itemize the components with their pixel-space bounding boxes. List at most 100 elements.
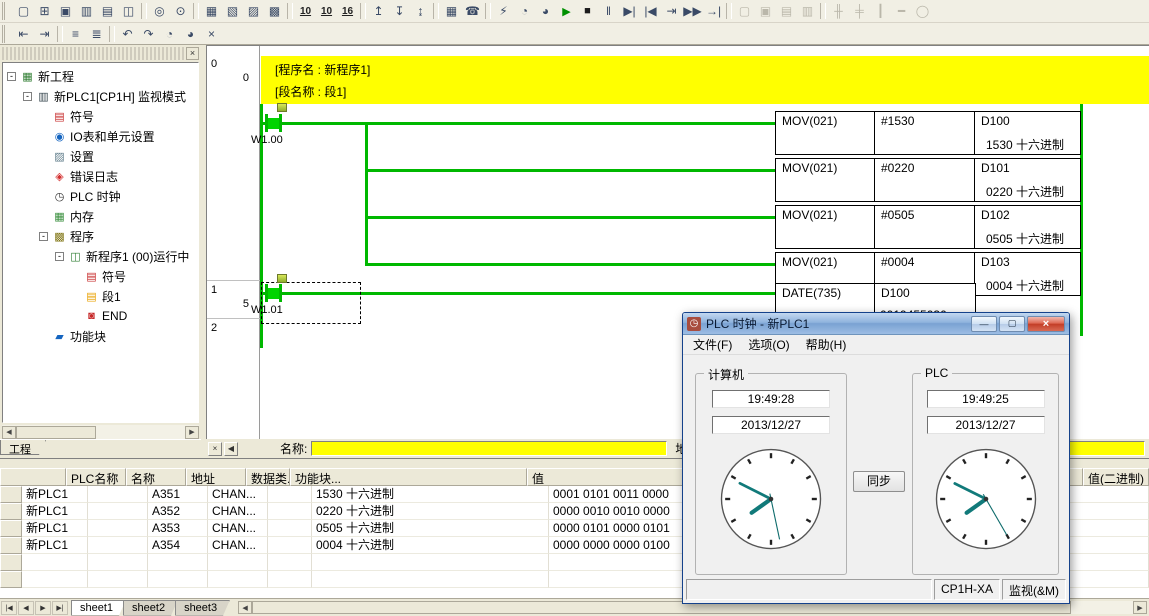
local-window-button[interactable]: ▨: [243, 2, 264, 21]
section-list-button[interactable]: ▥: [76, 2, 97, 21]
monitor-signed-decimal-button[interactable]: 10: [316, 2, 337, 21]
grid-toggle-button[interactable]: ▦: [441, 2, 462, 21]
ladder-view-button[interactable]: ▣: [55, 2, 76, 21]
tree-expand-toggle[interactable]: [39, 172, 48, 181]
zoom-out-button[interactable]: ◕: [180, 24, 201, 43]
go-to-previous-address-button[interactable]: ↧: [389, 2, 410, 21]
step-end-button[interactable]: →|: [703, 2, 724, 21]
sync-button[interactable]: 同步: [853, 471, 905, 492]
dialog-title-bar[interactable]: ◷ PLC 时钟 - 新PLC1 — ▢ ×: [683, 313, 1069, 335]
contact-symbol[interactable]: [265, 284, 268, 302]
menu-item-file[interactable]: 文件(F): [685, 334, 740, 355]
rung-comment-button[interactable]: ≡: [65, 24, 86, 43]
tree-expand-toggle[interactable]: [71, 312, 80, 321]
output-window-button[interactable]: ▩: [264, 2, 285, 21]
tree-expand-toggle[interactable]: -: [39, 232, 48, 241]
name-input[interactable]: [311, 441, 667, 456]
column-header[interactable]: 功能块...: [290, 468, 527, 486]
sidebar-item-error-log[interactable]: ◈ 错误日志: [3, 166, 198, 186]
tree-expand-toggle[interactable]: [39, 152, 48, 161]
print-button[interactable]: ▤: [97, 2, 118, 21]
step-run-button[interactable]: ⇥: [661, 2, 682, 21]
program-mode-button[interactable]: ■: [577, 2, 598, 21]
instruction-block[interactable]: MOV(021) #0505 D102 0505 十六进制: [775, 205, 1081, 249]
contact-symbol[interactable]: [279, 114, 282, 132]
tree-expand-toggle[interactable]: -: [55, 252, 64, 261]
tree-expand-toggle[interactable]: [39, 192, 48, 201]
previous-sheet-icon[interactable]: ◀: [18, 601, 34, 615]
tree-expand-toggle[interactable]: [71, 292, 80, 301]
indent-right-button[interactable]: ⇥: [34, 24, 55, 43]
force-set-button[interactable]: ◔: [514, 2, 535, 21]
sidebar-item-section1[interactable]: ▤ 段1: [3, 286, 198, 306]
last-sheet-icon[interactable]: ▶|: [52, 601, 68, 615]
scroll-thumb[interactable]: [16, 426, 96, 439]
tree-expand-toggle[interactable]: -: [23, 92, 32, 101]
row-selector[interactable]: [0, 537, 22, 554]
sidebar-item-memory[interactable]: ▦ 内存: [3, 206, 198, 226]
cross-reference-button[interactable]: ▧: [222, 2, 243, 21]
monitor-hex-button[interactable]: 16: [337, 2, 358, 21]
redo-button[interactable]: ↷: [138, 24, 159, 43]
monitor-mode-button[interactable]: ▶|: [619, 2, 640, 21]
pause-button[interactable]: |◀: [640, 2, 661, 21]
scroll-left-icon[interactable]: ◀: [238, 601, 252, 614]
go-to-next-output-button[interactable]: ↨: [410, 2, 431, 21]
first-sheet-icon[interactable]: |◀: [1, 601, 17, 615]
tree-expand-toggle[interactable]: [39, 132, 48, 141]
tree-expand-toggle[interactable]: [39, 112, 48, 121]
row-selector[interactable]: [0, 571, 22, 588]
tree-horizontal-scrollbar[interactable]: ◀ ▶: [2, 425, 199, 439]
undo-button[interactable]: ↶: [117, 24, 138, 43]
sidebar-item-new-project[interactable]: - ▦ 新工程: [3, 66, 198, 86]
sidebar-item-end[interactable]: ◙ END: [3, 306, 198, 326]
find-button[interactable]: ◎: [149, 2, 170, 21]
close-icon[interactable]: ×: [208, 442, 222, 456]
tab-sheet1[interactable]: sheet1: [71, 600, 126, 616]
instruction-block[interactable]: MOV(021) #1530 D100 1530 十六进制: [775, 111, 1081, 155]
tab-project[interactable]: 工程: [0, 440, 46, 455]
column-header[interactable]: 地址: [186, 468, 246, 486]
debug-mode-button[interactable]: ‖: [598, 2, 619, 21]
sidebar-item-plc[interactable]: - ▥ 新PLC1[CP1H] 监视模式: [3, 86, 198, 106]
tree-expand-toggle[interactable]: [39, 332, 48, 341]
maximize-button[interactable]: ▢: [999, 316, 1025, 332]
tree-expand-toggle[interactable]: [39, 212, 48, 221]
delete-button[interactable]: ×: [201, 24, 222, 43]
watch-window-button[interactable]: ▦: [201, 2, 222, 21]
contact-symbol[interactable]: [265, 114, 268, 132]
column-header[interactable]: 名称: [126, 468, 186, 486]
sidebar-item-symbols[interactable]: ▤ 符号: [3, 106, 198, 126]
menu-item-help[interactable]: 帮助(H): [798, 334, 855, 355]
scroll-left-icon[interactable]: ◀: [2, 426, 16, 439]
sidebar-item-plc-clock[interactable]: ◷ PLC 时钟: [3, 186, 198, 206]
mnemonic-view-button[interactable]: ⊞: [34, 2, 55, 21]
tree-expand-toggle[interactable]: [71, 272, 80, 281]
scroll-right-icon[interactable]: ▶: [1133, 601, 1147, 614]
sidebar-item-function-blocks[interactable]: ▰ 功能块: [3, 326, 198, 346]
scroll-right-icon[interactable]: ▶: [185, 426, 199, 439]
tab-sheet3[interactable]: sheet3: [175, 600, 230, 616]
instruction-block[interactable]: MOV(021) #0220 D101 0220 十六进制: [775, 158, 1081, 202]
menu-item-options[interactable]: 选项(O): [740, 334, 797, 355]
collapse-icon[interactable]: ◀: [224, 442, 238, 456]
go-to-next-address-button[interactable]: ↥: [368, 2, 389, 21]
row-selector[interactable]: [0, 503, 22, 520]
indent-left-button[interactable]: ⇤: [13, 24, 34, 43]
row-selector[interactable]: [0, 520, 22, 537]
sidebar-item-programs[interactable]: - ▩ 程序: [3, 226, 198, 246]
close-icon[interactable]: ×: [186, 47, 199, 60]
row-selector[interactable]: [0, 486, 22, 503]
contact-symbol[interactable]: [279, 284, 282, 302]
panel-drag-handle[interactable]: ×: [2, 47, 199, 60]
work-online-button[interactable]: ☎: [462, 2, 483, 21]
fast-forward-button[interactable]: ▶▶: [682, 2, 703, 21]
rung-list-button[interactable]: ≣: [86, 24, 107, 43]
column-header[interactable]: PLC名称: [66, 468, 126, 486]
run-mode-button[interactable]: ▶: [556, 2, 577, 21]
print-preview-button[interactable]: ◫: [118, 2, 139, 21]
tab-sheet2[interactable]: sheet2: [123, 600, 178, 616]
close-button[interactable]: ×: [1027, 316, 1065, 332]
monitor-decimal-button[interactable]: 10: [295, 2, 316, 21]
column-header[interactable]: 数据类...: [246, 468, 290, 486]
